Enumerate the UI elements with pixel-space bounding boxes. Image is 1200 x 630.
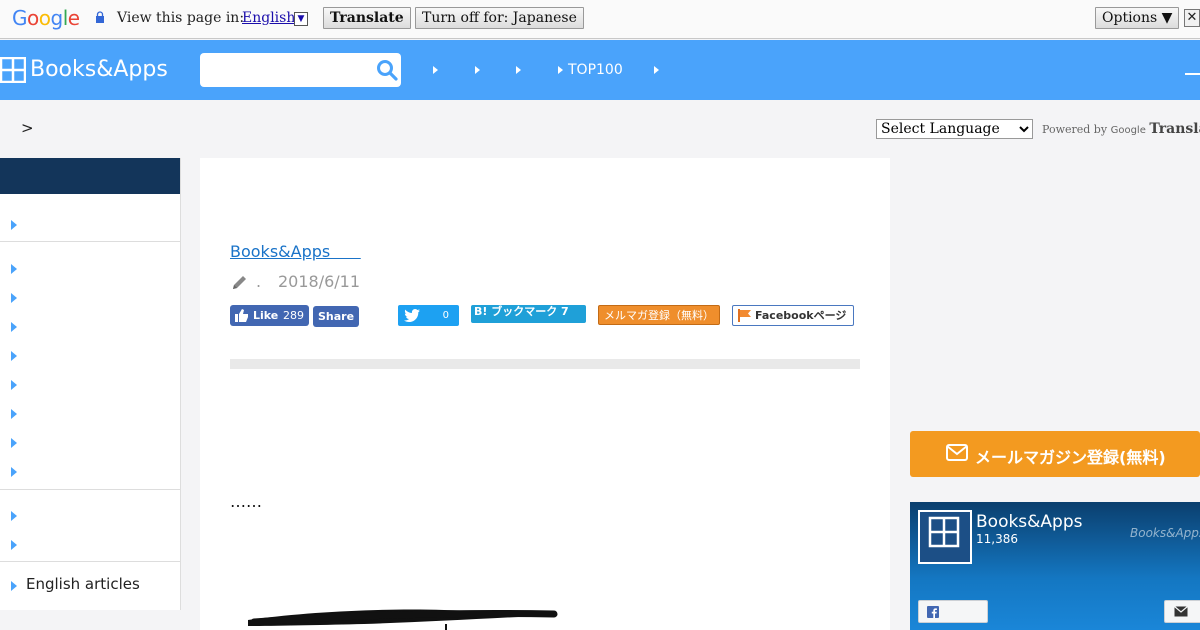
sidebar-item[interactable] [0, 403, 180, 423]
caret-right-icon [11, 409, 17, 419]
sidebar-item[interactable] [0, 461, 180, 481]
language-dropdown[interactable]: ▼ [294, 12, 308, 26]
pencil-icon [233, 276, 246, 289]
caret-right-icon [11, 380, 17, 390]
caret-right-icon [654, 66, 659, 74]
caret-right-icon [11, 511, 17, 521]
turn-off-button[interactable]: Turn off for: Japanese [415, 7, 584, 29]
envelope-icon [946, 444, 968, 461]
nav-item-top100[interactable]: TOP100 [558, 62, 623, 78]
mailmag-signup-button[interactable]: メルマガ登録（無料） [598, 305, 720, 325]
article-excerpt: …… [230, 492, 262, 511]
sidebar-header [0, 158, 180, 194]
author-name: . [256, 272, 262, 291]
facebook-icon [927, 606, 939, 618]
caret-right-icon [11, 293, 17, 303]
view-page-text: View this page in: [117, 10, 245, 26]
divider [0, 241, 180, 242]
nav-item-3[interactable] [516, 62, 526, 78]
search-icon[interactable] [376, 59, 398, 81]
caret-right-icon [11, 322, 17, 332]
google-small-logo: Google [1110, 125, 1146, 136]
caret-right-icon [516, 66, 521, 74]
divider [0, 561, 180, 562]
caret-right-icon [11, 581, 17, 591]
twitter-bird-icon [404, 309, 420, 322]
cover-watermark: Books&Apps [1130, 526, 1200, 540]
lock-icon [96, 11, 104, 23]
sidebar-item[interactable] [0, 374, 180, 394]
fb-share-button[interactable]: Share [313, 306, 359, 327]
powered-by: Powered by Google Translate [1042, 121, 1200, 137]
sidebar-item-english-articles[interactable]: English articles [0, 575, 180, 595]
caret-right-icon [558, 66, 563, 74]
mail-magazine-button[interactable]: メールマガジン登録(無料) [910, 431, 1200, 477]
caret-right-icon [11, 220, 17, 230]
article-card: Books&Apps . 2018/6/11 Like 289 Share 0 … [200, 158, 890, 630]
page-name[interactable]: Books&Apps [976, 512, 1083, 532]
follower-count: 11,386 [976, 532, 1018, 546]
page-avatar[interactable] [918, 510, 972, 564]
envelope-icon [1174, 606, 1188, 617]
translate-widget: Select Language Powered by Google Transl… [876, 118, 1200, 139]
sidebar-item[interactable] [0, 432, 180, 452]
author-link[interactable]: Books&Apps [230, 242, 361, 261]
divider-bar [230, 359, 860, 369]
site-header: Books&Apps TOP100 [0, 40, 1200, 100]
sidebar-item[interactable] [0, 345, 180, 365]
sidebar-item[interactable] [0, 214, 180, 234]
hatena-bookmark-button[interactable]: B! ブックマーク 7 [471, 305, 586, 323]
divider [0, 489, 180, 490]
caret-right-icon [11, 540, 17, 550]
menu-icon[interactable] [1185, 73, 1200, 75]
tweet-button[interactable]: 0 [398, 305, 459, 326]
caret-right-icon [11, 351, 17, 361]
sidebar-item[interactable] [0, 505, 180, 525]
handwritten-drawing [248, 609, 558, 630]
sidebar-item[interactable] [0, 287, 180, 307]
facebook-page-widget: Books&Apps 11,386 Books&Apps [910, 502, 1200, 630]
close-icon[interactable]: ✕ [1184, 9, 1200, 27]
logo-icon [928, 516, 960, 548]
breadcrumb[interactable]: > [21, 119, 34, 137]
flag-icon [738, 309, 751, 322]
logo-text: Books&Apps [30, 57, 168, 82]
nav-item-1[interactable] [433, 62, 443, 78]
thumbs-up-icon [235, 309, 248, 322]
options-button[interactable]: Options ▼ [1095, 7, 1180, 29]
tweet-count: 0 [442, 310, 449, 321]
sidebar-item[interactable] [0, 258, 180, 278]
google-translate-bar: Google View this page in: English ▼ Tran… [0, 0, 1200, 39]
sidebar-item[interactable] [0, 316, 180, 336]
caret-right-icon [11, 438, 17, 448]
caret-right-icon [11, 467, 17, 477]
fb-like-button[interactable]: Like 289 [230, 305, 309, 326]
translate-button[interactable]: Translate [323, 7, 411, 29]
search-input[interactable] [206, 59, 371, 81]
fb-like-page-button[interactable] [918, 600, 988, 623]
nav-item-2[interactable] [475, 62, 485, 78]
like-count: 289 [283, 309, 304, 322]
article-date: 2018/6/11 [278, 272, 361, 291]
facebook-page-button[interactable]: Facebookページ [732, 305, 854, 326]
language-link[interactable]: English [242, 10, 295, 26]
nav-item-5[interactable] [654, 62, 664, 78]
sidebar-item[interactable] [0, 534, 180, 554]
google-logo: Google [12, 6, 80, 30]
search-box[interactable] [200, 53, 401, 87]
caret-right-icon [11, 264, 17, 274]
logo-icon [0, 57, 26, 83]
caret-right-icon [475, 66, 480, 74]
caret-right-icon [433, 66, 438, 74]
fb-message-button[interactable] [1164, 600, 1200, 623]
sidebar: English articles [0, 158, 181, 610]
language-select[interactable]: Select Language [876, 119, 1033, 139]
